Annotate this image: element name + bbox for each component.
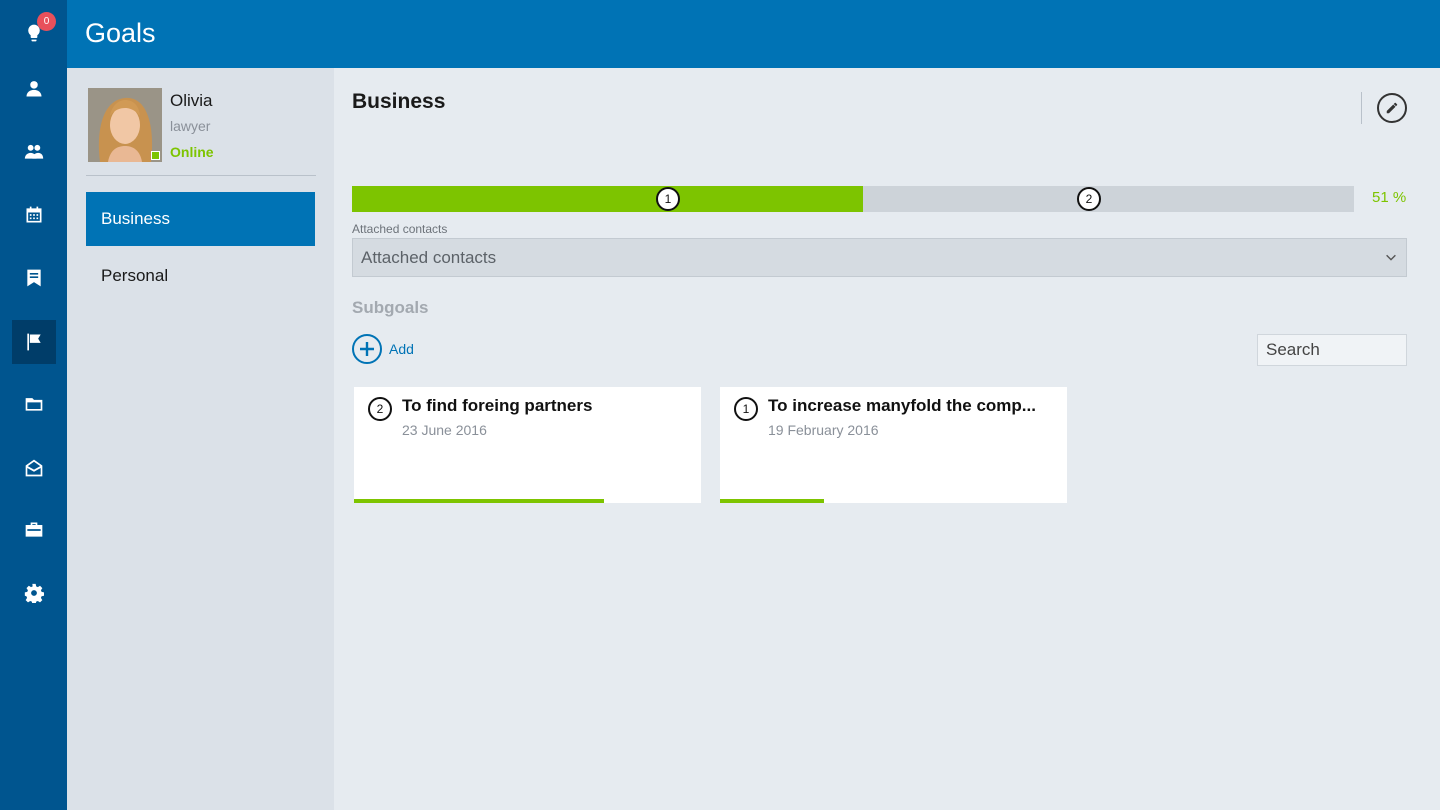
subgoal-title: To find foreing partners (402, 396, 593, 415)
subgoal-number: 2 (368, 397, 392, 421)
app-header: Goals (67, 0, 1440, 68)
calendar-icon (26, 206, 41, 223)
category-business[interactable]: Business (86, 192, 315, 246)
profile-status: Online (170, 144, 214, 160)
subgoals-heading: Subgoals (352, 298, 429, 317)
subgoal-date: 19 February 2016 (768, 422, 879, 438)
subgoal-progress (720, 499, 825, 503)
rail-item-mail[interactable] (0, 446, 67, 490)
profile-name: Olivia (170, 91, 213, 110)
page-title: Goals (85, 18, 156, 48)
rail-item-notes[interactable] (0, 256, 67, 300)
mail-icon (25, 459, 42, 477)
plus-icon (360, 342, 374, 356)
rail-item-goals[interactable] (0, 320, 67, 364)
rail-item-groups[interactable] (0, 130, 67, 174)
rail-item-work[interactable] (0, 508, 67, 552)
progress-percent: 51 % (1372, 189, 1407, 206)
subgoal-card[interactable]: 1 To increase manyfold the comp... 19 Fe… (720, 387, 1067, 503)
rail-item-contacts[interactable] (0, 67, 67, 111)
profile-role: lawyer (170, 118, 211, 134)
folder-icon (25, 398, 42, 411)
gear-icon (24, 583, 44, 603)
contacts-field-label: Attached contacts (352, 222, 448, 236)
divider (86, 175, 316, 176)
chevron-down-icon (1386, 254, 1396, 261)
goal-title: Business (352, 90, 446, 113)
briefcase-icon (25, 522, 42, 537)
subgoal-card[interactable]: 2 To find foreing partners 23 June 2016 (354, 387, 701, 503)
toolbar-divider (1361, 92, 1362, 124)
person-icon (26, 81, 41, 97)
category-label: Business (101, 209, 170, 228)
goal-progress-bar: 1 2 (352, 186, 1354, 212)
progress-marker-2[interactable]: 2 (1077, 187, 1101, 211)
category-personal[interactable]: Personal (86, 249, 315, 303)
pencil-icon (1386, 102, 1398, 114)
subgoal-date: 23 June 2016 (402, 422, 487, 438)
subgoal-number: 1 (734, 397, 758, 421)
flag-icon (26, 333, 41, 351)
add-label: Add (389, 341, 414, 357)
subgoal-progress (354, 499, 604, 503)
notification-badge: 0 (37, 12, 56, 31)
group-icon (24, 144, 43, 159)
icon-rail: 0 (0, 0, 67, 810)
category-label: Personal (101, 266, 169, 285)
rail-item-files[interactable] (0, 382, 67, 426)
progress-marker-1[interactable]: 1 (656, 187, 680, 211)
edit-button[interactable] (1377, 93, 1407, 123)
search-input[interactable] (1257, 334, 1407, 366)
subgoal-title: To increase manyfold the comp... (768, 396, 1036, 415)
category-panel: Olivia lawyer Online Business Personal (67, 68, 334, 810)
add-subgoal-button[interactable]: Add (352, 334, 414, 364)
goal-progress-fill (352, 186, 864, 212)
rail-item-settings[interactable] (0, 571, 67, 615)
attached-contacts-dropdown[interactable]: Attached contacts (352, 238, 1407, 277)
contacts-selected-value: Attached contacts (361, 247, 497, 267)
online-status-icon (151, 151, 160, 160)
rail-item-calendar[interactable] (0, 193, 67, 237)
add-circle (352, 334, 382, 364)
notes-icon (26, 269, 41, 287)
rail-item-ideas[interactable] (0, 11, 67, 55)
